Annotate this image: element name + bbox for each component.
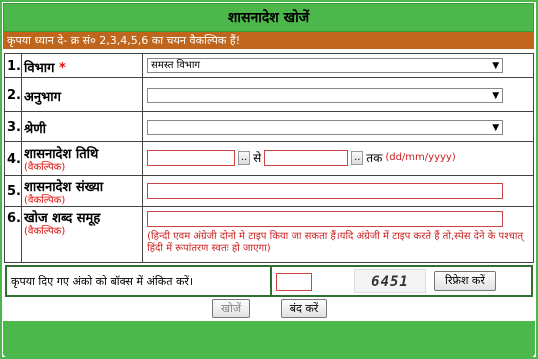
category-select[interactable]: ▼ bbox=[147, 120, 504, 135]
order-number-input[interactable] bbox=[147, 183, 504, 199]
form-row-keywords: 6. खोज शब्द समूह (वैकल्पिक) (हिन्दी एवम … bbox=[4, 206, 534, 263]
department-label: विभाग bbox=[23, 61, 55, 76]
chevron-down-icon: ▼ bbox=[492, 91, 500, 101]
row-number: 3. bbox=[7, 120, 21, 135]
optional-tag: (वैकल्पिक) bbox=[23, 162, 66, 173]
notice-text: कृपया ध्यान दे- क्र सं० 2,3,4,5,6 का चयन… bbox=[7, 34, 241, 47]
form-row-section: 2. अनुभाग ▼ bbox=[4, 77, 534, 112]
row-number: 4. bbox=[7, 152, 21, 167]
keywords-input[interactable] bbox=[147, 211, 504, 227]
captcha-instruction: कृपया दिए गए अंको को बॉक्स में अंकित करे… bbox=[7, 267, 272, 295]
captcha-controls: 6451 रिफ्रेश करें bbox=[272, 267, 531, 295]
required-asterisk: * bbox=[58, 61, 66, 76]
chevron-down-icon: ▼ bbox=[492, 123, 500, 133]
refresh-captcha-button[interactable]: रिफ्रेश करें bbox=[434, 271, 496, 291]
department-select-value: समस्त विभाग bbox=[151, 60, 201, 71]
close-button[interactable]: बंद करें bbox=[281, 299, 327, 318]
form-row-department: 1. विभाग * समस्त विभाग ▼ bbox=[4, 53, 534, 78]
date-to-input[interactable] bbox=[264, 149, 349, 166]
captcha-code: 6451 bbox=[371, 274, 409, 290]
date-label: शासनादेश तिथि bbox=[23, 147, 99, 162]
row-number: 1. bbox=[7, 59, 21, 74]
section-label: अनुभाग bbox=[23, 90, 61, 105]
department-select[interactable]: समस्त विभाग ▼ bbox=[147, 58, 504, 73]
optional-tag: (वैकल्पिक) bbox=[23, 226, 66, 237]
category-label: श्रेणी bbox=[23, 122, 46, 137]
row-number: 2. bbox=[7, 88, 21, 103]
search-button[interactable]: खोजें bbox=[212, 299, 250, 318]
keywords-label: खोज शब्द समूह bbox=[23, 211, 101, 226]
notice-bar: कृपया ध्यान दे- क्र सं० 2,3,4,5,6 का चयन… bbox=[3, 32, 534, 49]
row-number: 5. bbox=[7, 184, 21, 199]
form-row-category: 3. श्रेणी ▼ bbox=[4, 111, 534, 142]
captcha-image: 6451 bbox=[354, 269, 426, 293]
date-to-label: तक bbox=[366, 151, 383, 165]
captcha-input[interactable] bbox=[276, 273, 312, 291]
search-form: 1. विभाग * समस्त विभाग ▼ 2. अनुभाग ▼ 3. … bbox=[4, 53, 534, 263]
form-row-date: 4. शासनादेश तिथि (वैकल्पिक) .. से .. तक … bbox=[4, 141, 534, 176]
captcha-row: कृपया दिए गए अंको को बॉक्स में अंकित करे… bbox=[5, 265, 533, 297]
date-to-calendar-button[interactable]: .. bbox=[351, 150, 364, 165]
page-title-text: शासनादेश खोजें bbox=[227, 10, 310, 26]
date-format-hint: (dd/mm/yyyy) bbox=[385, 152, 456, 163]
form-row-order-number: 5. शासनादेश संख्या (वैकल्पिक) bbox=[4, 175, 534, 207]
section-select[interactable]: ▼ bbox=[147, 88, 504, 103]
date-separator: से bbox=[253, 151, 262, 165]
footer-bar bbox=[3, 321, 535, 357]
keywords-hint: (हिन्दी एवम अंग्रेजी दोनो मे टाइप किया ज… bbox=[147, 231, 524, 254]
date-from-calendar-button[interactable]: .. bbox=[238, 150, 251, 165]
row-number: 6. bbox=[7, 211, 21, 226]
order-number-label: शासनादेश संख्या bbox=[23, 180, 104, 195]
page-title: शासनादेश खोजें bbox=[3, 3, 534, 32]
date-from-input[interactable] bbox=[147, 149, 236, 166]
optional-tag: (वैकल्पिक) bbox=[23, 195, 66, 206]
chevron-down-icon: ▼ bbox=[492, 61, 500, 71]
